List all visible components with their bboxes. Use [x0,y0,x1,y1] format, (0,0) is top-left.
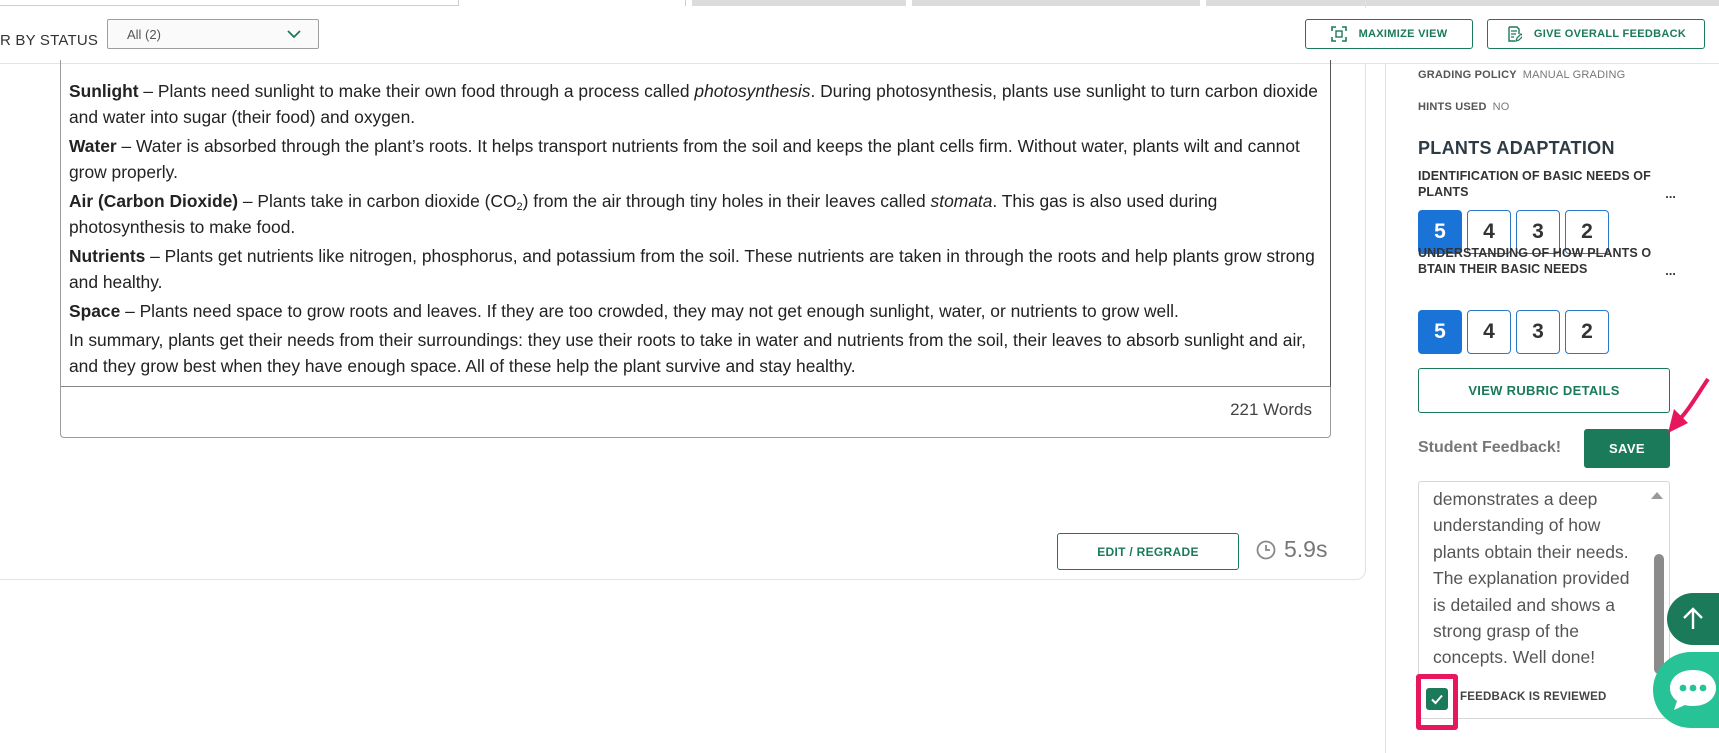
hints-used-label: HINTS USED [1418,101,1487,113]
tab-3[interactable] [692,0,906,6]
give-overall-feedback-button[interactable]: GIVE OVERALL FEEDBACK [1487,19,1705,49]
feedback-edit-icon [1508,26,1522,42]
view-rubric-details-button[interactable]: VIEW RUBRIC DETAILS [1418,368,1670,413]
criterion-score-group: 5 4 3 2 [1418,310,1609,354]
criterion-more[interactable]: ... [1665,263,1676,279]
criterion-title: IDENTIFICATION OF BASIC NEEDS OF PLANTS … [1418,168,1676,201]
grading-policy: GRADING POLICY MANUAL GRADING [1418,69,1625,81]
text-span: ) from the air through tiny holes in the… [522,191,931,211]
annotation-arrow-icon [1668,377,1710,433]
arrow-up-icon [1683,607,1703,629]
criterion-title: UNDERSTANDING OF HOW PLANTS O BTAIN THEI… [1418,245,1676,278]
chevron-down-icon [287,30,301,39]
maximize-view-button[interactable]: MAXIMIZE VIEW [1305,19,1473,49]
student-feedback-label: Student Feedback! [1418,439,1562,456]
feedback-reviewed-label: FEEDBACK IS REVIEWED [1460,691,1607,703]
scroll-thumb[interactable] [1654,554,1664,674]
filter-header: R BY STATUS All (2) MAXIMIZE VIEW GIVE O… [0,8,1719,64]
maximize-view-label: MAXIMIZE VIEW [1358,28,1448,40]
text-span: – Plants need space to grow roots and le… [120,301,1179,321]
clock-icon [1256,540,1276,559]
tab-1[interactable] [0,0,458,6]
tab-4[interactable] [912,0,1200,6]
filter-by-status-label: R BY STATUS [0,32,99,49]
grading-sidebar: GRADING POLICY MANUAL GRADING HINTS USED N… [1385,64,1719,753]
term-space: Space [69,301,121,321]
grading-policy-value: MANUAL GRADING [1522,69,1626,81]
hints-used: HINTS USED NO [1418,101,1510,113]
edit-regrade-button[interactable]: EDIT / REGRADE [1057,533,1239,570]
score-option[interactable]: 4 [1467,310,1511,354]
italic-term: stomata [930,191,993,211]
text-span: – Plants need sunlight to make their own… [138,81,695,101]
tab-strip [0,0,1719,6]
tab-5[interactable] [1206,0,1719,6]
criterion-title-text: IDENTIFICATION OF BASIC NEEDS OF PLANTS [1418,169,1651,199]
essay-paragraph-water: Water – Water is absorbed through the pl… [69,133,1322,185]
score-option[interactable]: 2 [1565,310,1609,354]
term-sunlight: Sunlight [69,81,139,101]
grading-policy-label: GRADING POLICY [1418,69,1517,81]
time-spent: 5.9s [1256,536,1327,563]
text-span: – Plants get nutrients like nitrogen, ph… [69,246,1315,292]
give-overall-feedback-label: GIVE OVERALL FEEDBACK [1533,28,1687,40]
chat-button[interactable] [1653,652,1719,728]
scroll-up-arrow-icon[interactable] [1651,492,1663,499]
criterion-title-text: UNDERSTANDING OF HOW PLANTS O BTAIN THEI… [1418,246,1652,276]
timer-value: 5.9s [1284,536,1328,562]
text-span: – Water is absorbed through the plant’s … [69,136,1300,182]
essay-card: Sunlight – Plants need sunlight to make … [60,60,1331,438]
score-option-selected[interactable]: 5 [1418,310,1462,354]
hints-used-value: NO [1492,101,1510,113]
essay-paragraph-summary: In summary, plants get their needs from … [69,330,1306,376]
status-filter-select[interactable]: All (2) [107,19,319,49]
feedback-text: demonstrates a deep understanding of how… [1433,489,1630,668]
chat-bubble-icon [1670,670,1716,710]
check-icon [1431,694,1443,705]
word-count: 221 Words [1230,400,1312,419]
maximize-icon [1330,26,1347,42]
text-span: – Plants take in carbon dioxide (CO [238,191,517,211]
term-water: Water [69,136,117,156]
rubric-title: PLANTS ADAPTATION [1418,138,1615,158]
save-button[interactable]: SAVE [1584,429,1670,468]
italic-term: photosynthesis [694,81,811,101]
tab-2-active[interactable] [458,0,686,6]
feedback-reviewed-checkbox[interactable] [1426,688,1448,710]
term-air: Air (Carbon Dioxide) [69,191,239,211]
essay-paragraph-space: Space – Plants need space to grow roots … [69,298,1322,324]
essay-text: Sunlight – Plants need sunlight to make … [61,60,1331,387]
essay-paragraph-sunlight: Sunlight – Plants need sunlight to make … [69,78,1322,130]
essay-paragraph-nutrients: Nutrients – Plants get nutrients like ni… [69,243,1322,295]
feedback-scrollbar[interactable] [1651,486,1667,674]
criterion-more[interactable]: ... [1665,186,1676,202]
status-filter-value: All (2) [127,27,161,42]
scroll-to-top-button[interactable] [1667,593,1719,645]
score-option[interactable]: 3 [1516,310,1560,354]
essay-paragraph-air: Air (Carbon Dioxide) – Plants take in ca… [69,188,1322,240]
term-nutrients: Nutrients [69,246,146,266]
